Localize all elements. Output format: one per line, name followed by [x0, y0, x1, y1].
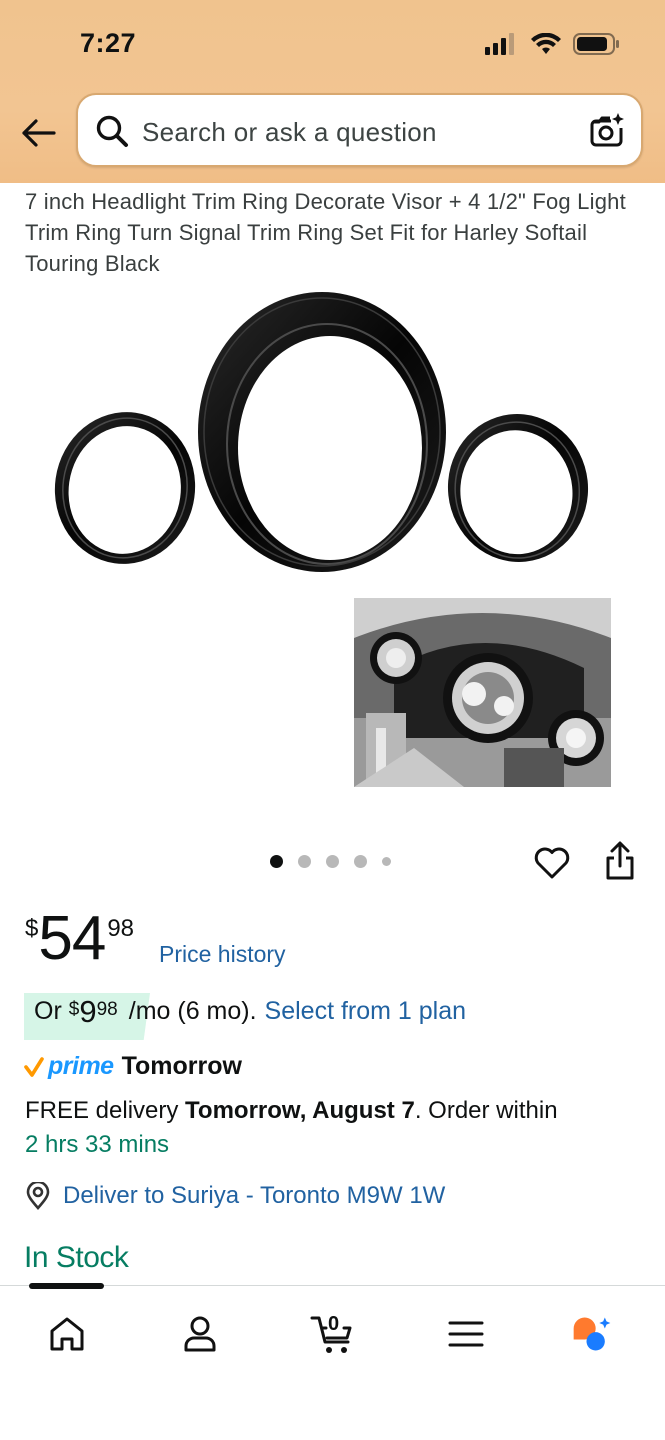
carousel-dot[interactable]: [298, 855, 311, 868]
product-image-trim-rings[interactable]: [40, 280, 630, 590]
top-header: 7:27 Search or ask a question: [0, 0, 665, 183]
delivery-middle: . Order within: [414, 1097, 558, 1124]
installment-suffix: /mo (6 mo).: [128, 997, 257, 1025]
delivery-countdown: 2 hrs 33 mins: [25, 1131, 170, 1158]
home-active-indicator: [29, 1283, 104, 1289]
deliver-to-location[interactable]: Deliver to Suriya - Toronto M9W 1W: [25, 1182, 445, 1210]
stock-status: In Stock: [24, 1241, 129, 1274]
prime-check-icon: [24, 1056, 44, 1077]
image-carousel-dots[interactable]: [270, 855, 391, 868]
location-pin-icon: [26, 1182, 50, 1210]
price: $ 54 98: [25, 905, 134, 973]
status-time: 7:27: [80, 28, 137, 58]
price-symbol: $: [25, 915, 39, 942]
rufus-icon[interactable]: [570, 1312, 614, 1356]
product-title[interactable]: 7 inch Headlight Trim Ring Decorate Viso…: [25, 186, 635, 279]
price-whole: 54: [38, 904, 106, 973]
delivery-prefix: FREE delivery: [25, 1097, 179, 1124]
carousel-dot-active[interactable]: [270, 855, 283, 868]
price-history-link[interactable]: Price history: [159, 941, 286, 968]
delivery-date: Tomorrow, August 7: [185, 1097, 415, 1124]
bottom-nav: 0: [0, 1283, 665, 1440]
cart-button[interactable]: 0: [310, 1312, 358, 1356]
status-icons: [485, 32, 621, 56]
prime-logo: prime: [48, 1052, 114, 1080]
prime-delivery-row: prime Tomorrow: [24, 1052, 242, 1081]
delivery-message: FREE delivery Tomorrow, August 7. Order …: [25, 1094, 645, 1162]
carousel-dot[interactable]: [354, 855, 367, 868]
cart-count: 0: [328, 1313, 340, 1335]
menu-icon[interactable]: [444, 1312, 488, 1356]
back-arrow-icon[interactable]: [18, 113, 58, 153]
select-plan-link[interactable]: Select from 1 plan: [265, 997, 467, 1026]
wifi-icon: [531, 33, 561, 54]
carousel-dot[interactable]: [326, 855, 339, 868]
product-image-motorcycle[interactable]: [354, 598, 611, 787]
heart-icon[interactable]: [532, 842, 572, 882]
installment-row: Or $ 9 98 /mo (6 mo). Select from 1 plan: [34, 994, 467, 1030]
cellular-signal-icon: [485, 33, 514, 55]
home-icon[interactable]: [45, 1312, 89, 1356]
search-placeholder[interactable]: Search or ask a question: [142, 117, 437, 148]
installment-prefix: Or: [34, 997, 62, 1025]
share-icon[interactable]: [602, 840, 638, 882]
prime-day: Tomorrow: [121, 1052, 242, 1080]
location-text[interactable]: Deliver to Suriya - Toronto M9W 1W: [63, 1182, 445, 1210]
installment-fraction: 98: [96, 999, 118, 1020]
search-bar[interactable]: Search or ask a question: [76, 93, 643, 167]
installment-symbol: $: [68, 999, 80, 1020]
carousel-dot[interactable]: [382, 857, 391, 866]
camera-lens-icon[interactable]: [587, 110, 627, 150]
price-fraction: 98: [107, 915, 135, 942]
installment-whole: 9: [79, 994, 97, 1029]
search-icon: [96, 115, 128, 147]
account-icon[interactable]: [178, 1312, 222, 1356]
battery-icon: [573, 33, 619, 55]
